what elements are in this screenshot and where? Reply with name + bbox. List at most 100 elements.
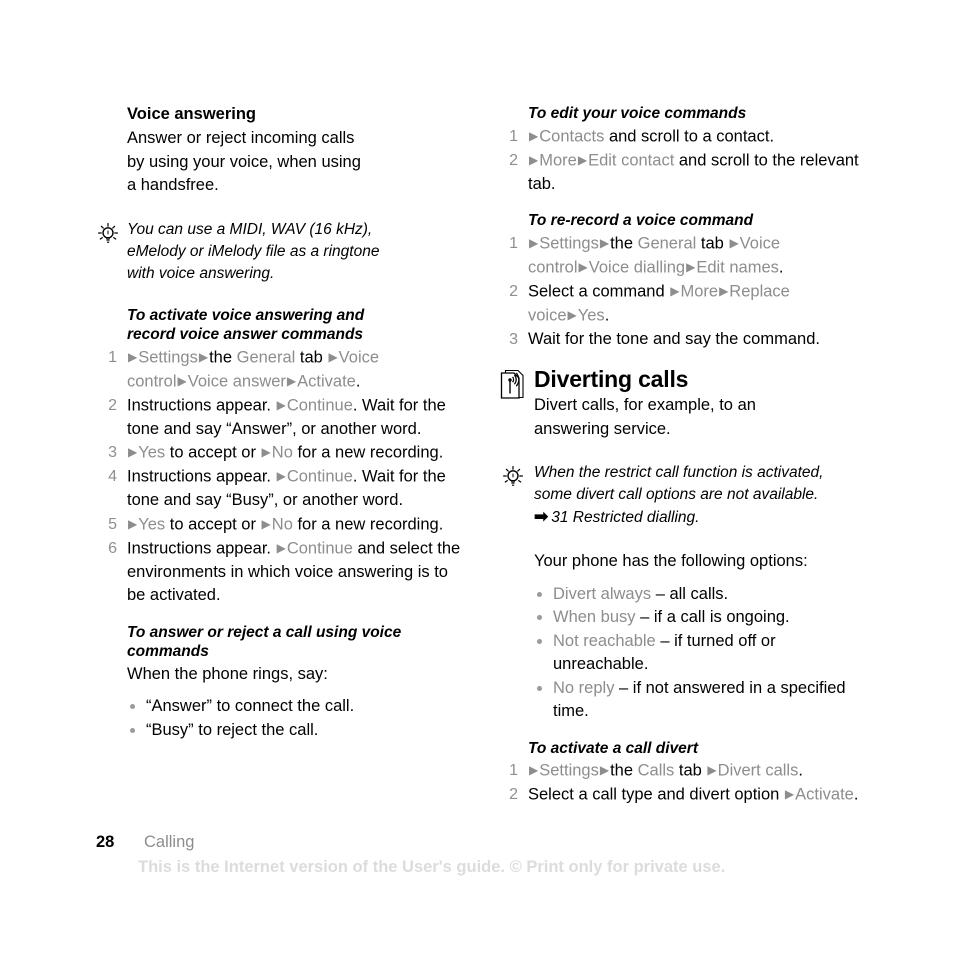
step-item: 6 Instructions appear. ▶Continue and sele… — [96, 537, 465, 608]
bullet-icon — [130, 727, 135, 733]
chapter-name: Calling — [144, 833, 195, 851]
steps-rerecord-voice-command: 1 ▶Settings▶the General tab ▶Voice contro… — [497, 232, 866, 352]
ui-term: Contacts — [539, 127, 605, 145]
step-text: Instructions appear. — [127, 467, 276, 486]
step-number: 3 — [509, 330, 518, 348]
step-text: for a new recording. — [292, 515, 444, 533]
triangle-marker-icon: ▶ — [286, 373, 297, 388]
step-number: 2 — [509, 151, 518, 169]
step-text: . — [798, 761, 803, 780]
triangle-marker-icon: ▶ — [729, 235, 739, 250]
step-text: . — [853, 785, 859, 804]
step-text: . — [778, 258, 784, 276]
ui-term: Edit names — [696, 258, 779, 276]
step-number: 1 — [509, 127, 518, 145]
step-text: Wait for the tone and say the command. — [528, 329, 820, 348]
body-line: a handsfree. — [127, 176, 219, 194]
section-diverting-calls: Diverting calls Divert calls, for exampl… — [497, 366, 866, 441]
triangle-marker-icon: ▶ — [128, 516, 138, 531]
step-number: 5 — [108, 515, 117, 533]
step-text: tab — [674, 761, 707, 780]
ui-term: Calls — [637, 761, 675, 780]
cross-reference: ➡ 31 Restricted dialling. — [534, 507, 700, 526]
step-number: 2 — [509, 786, 518, 803]
list-item-description: – all calls. — [651, 584, 729, 603]
bullet-icon — [537, 685, 542, 691]
heading-rerecord-voice-command: To re-record a voice command — [528, 212, 754, 229]
ui-term: No — [271, 515, 293, 533]
heading-line: record voice answer commands — [127, 326, 364, 343]
list-voice-commands: “Answer” to connect the call. “Busy” to r… — [96, 695, 465, 742]
triangle-marker-icon: ▶ — [567, 307, 577, 322]
bullet-icon — [130, 704, 135, 709]
tip-note-ringtone: You can use a MIDI, WAV (16 kHz), eMelod… — [96, 219, 465, 285]
arrow-right-icon: ➡ — [534, 507, 548, 526]
manual-page: Voice answering Answer or reject incomin… — [0, 0, 954, 954]
step-text: and scroll to a contact. — [604, 127, 775, 145]
steps-activate-voice-answering: 1 ▶Settings▶the General tab ▶Voice contro… — [96, 346, 465, 608]
ui-term: More — [680, 282, 719, 300]
ui-term: No reply — [553, 678, 615, 697]
step-text: the — [209, 348, 237, 366]
triangle-marker-icon: ▶ — [276, 469, 286, 483]
list-item-label: “Answer” to connect the call. — [146, 697, 355, 715]
step-text: to accept or — [165, 515, 261, 533]
step-text: . — [355, 372, 361, 390]
voice-answering-body: Answer or reject incoming calls by using… — [127, 127, 465, 198]
list-item-description: – if a call is ongoing. — [635, 608, 790, 626]
step-number: 4 — [108, 468, 117, 485]
ui-term: Continue — [286, 467, 353, 486]
triangle-marker-icon: ▶ — [686, 259, 696, 274]
ui-term: Activate — [795, 785, 854, 804]
triangle-marker-icon: ▶ — [670, 283, 680, 298]
body-line: by using your voice, when using — [127, 152, 361, 171]
step-number: 3 — [108, 444, 117, 461]
triangle-marker-icon: ▶ — [529, 235, 539, 250]
step-text: tab — [696, 234, 729, 252]
triangle-marker-icon: ▶ — [276, 540, 286, 555]
ui-term: No — [271, 443, 293, 462]
ui-term: Yes — [577, 306, 605, 324]
ui-term: General — [236, 348, 296, 366]
heading-line: To activate voice answering and — [127, 306, 365, 324]
bullet-icon — [537, 638, 542, 644]
step-item: 2 Instructions appear. ▶Continue. Wait fo… — [96, 394, 465, 442]
step-text: Select a command — [528, 282, 670, 300]
list-item: Divert always – all calls. — [497, 583, 866, 607]
list-item: Not reachable – if turned off or unreach… — [497, 630, 866, 677]
heading-edit-voice-commands: To edit your voice commands — [528, 105, 747, 122]
bullet-icon — [537, 591, 542, 597]
cross-reference-label: 31 Restricted dialling. — [551, 509, 700, 526]
tip-note-restrict-call: When the restrict call function is activ… — [497, 462, 866, 529]
ui-term: More — [539, 151, 577, 169]
step-number: 2 — [108, 396, 117, 414]
triangle-marker-icon: ▶ — [577, 152, 588, 167]
body-line: answering service. — [534, 419, 671, 438]
triangle-marker-icon: ▶ — [198, 349, 209, 364]
ui-term: Continue — [286, 539, 353, 557]
step-number: 1 — [509, 234, 518, 252]
diverting-calls-body: Divert calls, for example, to an answeri… — [534, 394, 866, 441]
steps-edit-voice-commands: 1 ▶Contacts and scroll to a contact. 2 ▶Mor… — [497, 125, 866, 197]
step-number: 2 — [509, 282, 518, 300]
ui-term: Settings — [539, 761, 599, 780]
list-item: “Answer” to connect the call. — [96, 695, 465, 719]
list-item-label: “Busy” to reject the call. — [146, 720, 319, 739]
triangle-marker-icon: ▶ — [529, 128, 539, 143]
step-item: 4 Instructions appear. ▶Continue. Wait fo… — [96, 465, 465, 513]
step-item: 1 ▶Settings▶the Calls tab ▶Divert calls. — [497, 759, 866, 783]
step-text: tab — [295, 348, 328, 366]
triangle-marker-icon: ▶ — [328, 349, 338, 364]
body-line: Answer or reject incoming calls — [127, 129, 355, 147]
step-item: 2 ▶More▶Edit contact and scroll to the re… — [497, 149, 866, 197]
triangle-marker-icon: ▶ — [707, 763, 717, 777]
heading-activate-call-divert: To activate a call divert — [528, 739, 699, 757]
triangle-marker-icon: ▶ — [599, 235, 610, 250]
ui-term: Voice dialling — [588, 258, 686, 276]
ui-term: Divert calls — [717, 761, 799, 780]
